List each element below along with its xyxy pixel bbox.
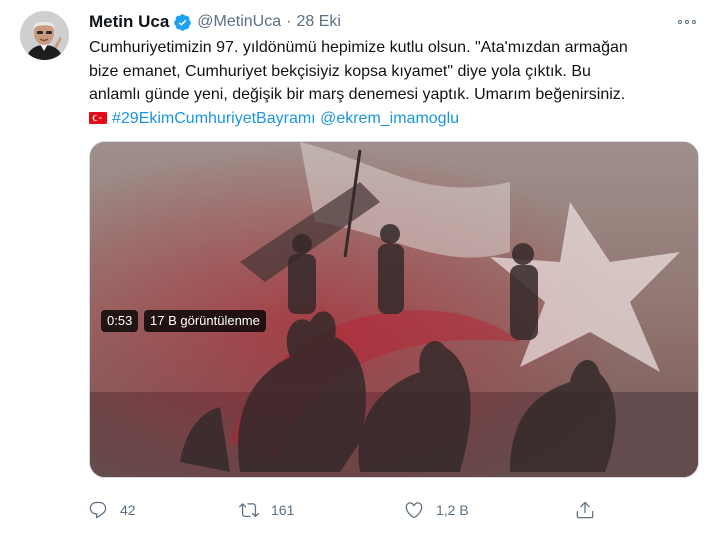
tweet-links-line: #29EkimCumhuriyetBayramı @ekrem_imamoglu bbox=[89, 107, 699, 131]
separator-dot: · bbox=[286, 13, 292, 30]
retweet-count: 161 bbox=[271, 502, 295, 518]
video-views-badge: 17 B görüntülenme bbox=[144, 310, 266, 332]
tweet-text-line: anlamlı günde yeni, değişik bir marş den… bbox=[89, 86, 626, 103]
video-duration-badge: 0:53 bbox=[101, 310, 139, 332]
tweet-text-line: bize emanet, Cumhuriyet bekçisiyiz kopsa… bbox=[89, 62, 591, 80]
tweet[interactable]: Metin Uca @MetinUca · 28 Eki Cumhuriyeti… bbox=[0, 0, 717, 533]
tweet-text: Cumhuriyetimizin 97. yıldönümü hepimize … bbox=[89, 36, 699, 130]
like-count: 1,2 B bbox=[436, 502, 469, 518]
hashtag-link[interactable]: #29EkimCumhuriyetBayramı bbox=[112, 110, 316, 127]
retweet-icon bbox=[239, 503, 259, 518]
share-icon bbox=[576, 501, 594, 519]
reply-count: 42 bbox=[120, 502, 136, 518]
tweet-timestamp[interactable]: 28 Eki bbox=[296, 13, 340, 31]
more-dots-icon[interactable] bbox=[676, 13, 698, 31]
tweet-header: Metin Uca @MetinUca · 28 Eki bbox=[89, 11, 341, 33]
like-button[interactable]: 1,2 B bbox=[404, 498, 469, 522]
verified-badge-icon bbox=[173, 13, 192, 32]
tweet-actions: 42 161 1,2 B bbox=[88, 498, 618, 522]
heart-icon bbox=[405, 502, 423, 519]
reply-icon bbox=[89, 501, 107, 519]
turkey-flag-icon bbox=[89, 111, 107, 124]
reply-button[interactable]: 42 bbox=[88, 498, 136, 522]
mention-link[interactable]: @ekrem_imamoglu bbox=[320, 110, 459, 127]
author-handle[interactable]: @MetinUca bbox=[197, 13, 281, 31]
author-name[interactable]: Metin Uca bbox=[89, 12, 169, 32]
retweet-button[interactable]: 161 bbox=[239, 498, 294, 522]
tweet-text-line: Cumhuriyetimizin 97. yıldönümü hepimize … bbox=[89, 39, 628, 56]
share-button[interactable] bbox=[575, 498, 595, 522]
author-avatar[interactable] bbox=[20, 11, 69, 60]
